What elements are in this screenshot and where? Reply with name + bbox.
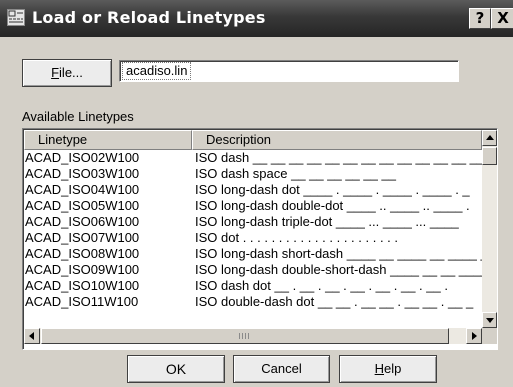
list-item[interactable]: ACAD_ISO05W100 ISO long-dash double-dot _…: [24, 198, 482, 214]
ok-button[interactable]: OK: [127, 355, 225, 383]
help-button[interactable]: Help: [339, 355, 437, 383]
linetype-file-field[interactable]: acadiso.lin: [119, 60, 459, 82]
file-button-mnemonic: F: [51, 65, 60, 80]
vertical-scrollbar[interactable]: [482, 130, 497, 328]
grip-icon: [239, 333, 251, 339]
dialog-title: Load or Reload Linetypes: [32, 8, 266, 27]
list-item[interactable]: ACAD_ISO10W100 ISO dash dot __ . __ . __ …: [24, 278, 482, 294]
linetype-name: ACAD_ISO09W100: [25, 262, 140, 277]
linetype-name: ACAD_ISO08W100: [25, 246, 140, 261]
list-item[interactable]: ACAD_ISO03W100 ISO dash space __ __ __ __…: [24, 166, 482, 182]
linetype-description: ISO dash dot __ . __ . __ . __ . __ . __…: [195, 278, 448, 293]
load-linetypes-dialog: Load or Reload Linetypes ? X File... aca…: [0, 0, 513, 387]
chevron-down-icon: [486, 318, 494, 323]
linetype-app-icon: [7, 9, 25, 26]
linetype-description: ISO dash space __ __ __ __ __ __: [195, 166, 396, 181]
linetype-name: ACAD_ISO02W100: [25, 150, 140, 165]
chevron-right-icon: [472, 332, 477, 340]
file-button-label: ile...: [59, 65, 83, 80]
scroll-right-button[interactable]: [466, 328, 482, 344]
linetype-name: ACAD_ISO05W100: [25, 198, 140, 213]
linetype-description: ISO dash __ __ __ __ __ __ __ __ __ __ _…: [195, 150, 482, 165]
linetype-name: ACAD_ISO04W100: [25, 182, 140, 197]
file-button[interactable]: File...: [22, 59, 112, 87]
linetype-name: ACAD_ISO03W100: [25, 166, 140, 181]
vertical-scroll-thumb[interactable]: [482, 147, 497, 165]
chevron-left-icon: [29, 332, 34, 340]
linetype-description: ISO long-dash triple-dot ____ ... ____ .…: [195, 214, 459, 229]
list-rows: ACAD_ISO02W100 ISO dash __ __ __ __ __ __…: [24, 150, 482, 328]
close-icon[interactable]: X: [491, 8, 513, 29]
chevron-up-icon: [486, 135, 494, 140]
list-item[interactable]: ACAD_ISO02W100 ISO dash __ __ __ __ __ __…: [24, 150, 482, 166]
help-icon[interactable]: ?: [469, 8, 491, 29]
linetype-description: ISO long-dash double-dot ____ .. ____ ..…: [195, 198, 470, 213]
linetype-list[interactable]: Linetype Description ACAD_ISO02W100 ISO d…: [22, 128, 498, 350]
list-header: Linetype Description: [24, 130, 482, 150]
list-item[interactable]: ACAD_ISO08W100 ISO long-dash short-dash _…: [24, 246, 482, 262]
list-item[interactable]: ACAD_ISO09W100 ISO long-dash double-short…: [24, 262, 482, 278]
column-header-description[interactable]: Description: [192, 130, 482, 150]
title-bar[interactable]: Load or Reload Linetypes ? X: [0, 0, 513, 37]
linetype-name: ACAD_ISO07W100: [25, 230, 140, 245]
linetype-description: ISO long-dash double-short-dash ____ __ …: [195, 262, 482, 277]
scrollbar-corner: [482, 328, 497, 344]
linetype-description: ISO long-dash dot ____ . ____ . ____ . _…: [195, 182, 470, 197]
list-item[interactable]: ACAD_ISO11W100 ISO double-dash dot __ __ …: [24, 294, 482, 310]
file-name-value: acadiso.lin: [121, 62, 192, 80]
scroll-left-button[interactable]: [24, 328, 40, 344]
cancel-button[interactable]: Cancel: [233, 355, 330, 383]
scroll-up-button[interactable]: [482, 130, 497, 146]
list-item[interactable]: ACAD_ISO06W100 ISO long-dash triple-dot _…: [24, 214, 482, 230]
linetype-description: ISO double-dash dot __ __ . __ __ . __ _…: [195, 294, 474, 309]
list-item[interactable]: ACAD_ISO07W100 ISO dot . . . . . . . . . …: [24, 230, 482, 246]
linetype-description: ISO long-dash short-dash ____ __ ____ __…: [195, 246, 482, 261]
horizontal-scrollbar[interactable]: [24, 328, 482, 344]
list-item[interactable]: ACAD_ISO04W100 ISO long-dash dot ____ . _…: [24, 182, 482, 198]
linetype-name: ACAD_ISO11W100: [25, 294, 139, 309]
column-header-linetype[interactable]: Linetype: [24, 130, 192, 150]
help-button-label: elp: [384, 361, 402, 376]
linetype-name: ACAD_ISO10W100: [25, 278, 140, 293]
help-button-mnemonic: H: [374, 361, 385, 376]
scroll-down-button[interactable]: [482, 312, 497, 328]
available-linetypes-label: Available Linetypes: [22, 109, 134, 124]
linetype-name: ACAD_ISO06W100: [25, 214, 140, 229]
linetype-description: ISO dot . . . . . . . . . . . . . . . . …: [195, 230, 398, 245]
horizontal-scroll-thumb[interactable]: [41, 328, 449, 344]
